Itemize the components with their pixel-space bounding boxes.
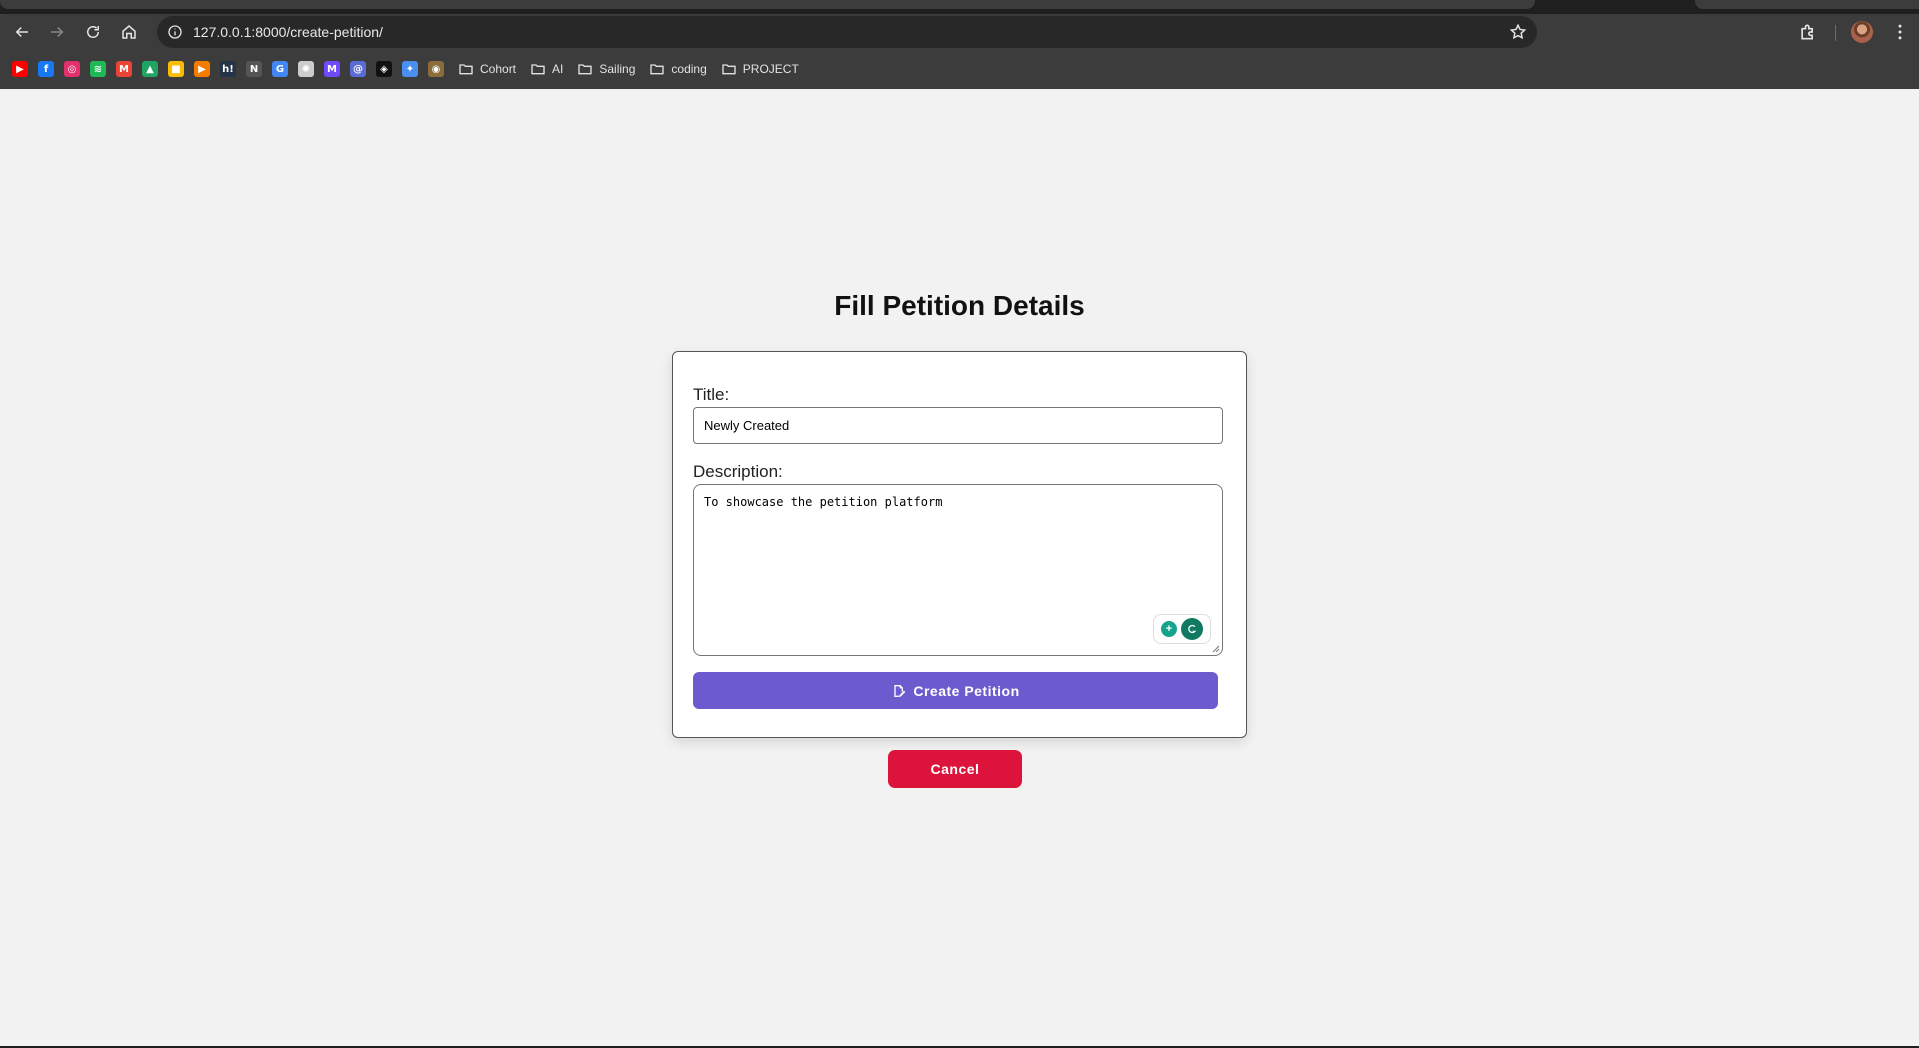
back-icon[interactable]: [8, 18, 36, 46]
bookmark-folder-label: Sailing: [599, 62, 636, 76]
petition-form: Title: Description: To showcase the peti…: [672, 351, 1247, 738]
tab-active[interactable]: [0, 0, 1535, 9]
tab-strip: [0, 0, 1919, 14]
gmail-icon[interactable]: M: [116, 61, 132, 77]
create-petition-label: Create Petition: [913, 682, 1020, 699]
extensions-icon[interactable]: [1798, 22, 1818, 42]
folder-icon: [650, 64, 665, 75]
forward-icon[interactable]: [43, 18, 71, 46]
github-icon[interactable]: ◈: [376, 61, 392, 77]
bookmark-folder-sailing[interactable]: Sailing: [577, 61, 635, 77]
bookmarks-bar: ▶ f ◎ ≋ M ▲ ■ ▶ h! N G ✺ M @ ◈ ✦ ◉ Cohort AI Sailing coding P…: [0, 56, 1919, 82]
play-icon[interactable]: ▶: [194, 61, 210, 77]
description-textarea[interactable]: To showcase the petition platform: [693, 484, 1223, 656]
bookmark-folder-label: Cohort: [480, 62, 517, 76]
resize-grip-icon[interactable]: [1210, 643, 1220, 653]
hackerrank-icon[interactable]: h!: [220, 61, 236, 77]
misc-bookmark-icon[interactable]: ◉: [428, 61, 444, 77]
page-title: Fill Petition Details: [834, 290, 1085, 321]
folder-icon: [531, 64, 545, 75]
youtube-icon[interactable]: ▶: [12, 61, 28, 77]
bookmark-folder-cohort[interactable]: Cohort: [458, 61, 516, 77]
folder-icon: [459, 64, 473, 75]
at-mail-icon[interactable]: @: [350, 61, 366, 77]
bookmark-folder-ai[interactable]: AI: [530, 61, 563, 77]
browser-chrome: 127.0.0.1:8000/create-petition/ ▶ f ◎ ≋ M ▲ ■ ▶…: [0, 0, 1919, 89]
facebook-icon[interactable]: f: [38, 61, 54, 77]
bookmark-folder-label: AI: [552, 62, 564, 76]
url-text[interactable]: 127.0.0.1:8000/create-petition/: [193, 24, 383, 40]
google-icon[interactable]: G: [272, 61, 288, 77]
grammarly-widget[interactable]: +: [1153, 614, 1211, 644]
site-info-icon[interactable]: [167, 24, 183, 40]
bookmark-folder-label: PROJECT: [742, 62, 799, 76]
tab-other[interactable]: [1695, 0, 1919, 9]
toolbar-divider: [1835, 25, 1836, 41]
folder-icon: [578, 64, 593, 75]
title-input[interactable]: [693, 407, 1223, 444]
cancel-button[interactable]: Cancel: [888, 750, 1022, 788]
bookmark-star-icon[interactable]: [1509, 23, 1527, 41]
instagram-icon[interactable]: ◎: [64, 61, 80, 77]
browser-toolbar: 127.0.0.1:8000/create-petition/: [0, 14, 1919, 50]
kebab-menu-icon[interactable]: [1890, 22, 1910, 42]
google-drive-icon[interactable]: ▲: [142, 61, 158, 77]
home-icon[interactable]: [115, 18, 143, 46]
address-bar[interactable]: 127.0.0.1:8000/create-petition/: [157, 16, 1537, 48]
gemini-icon[interactable]: ✦: [402, 61, 418, 77]
lightbulb-icon[interactable]: +: [1161, 621, 1177, 637]
grammarly-icon[interactable]: [1181, 618, 1203, 640]
proton-mail-icon[interactable]: M: [324, 61, 340, 77]
spotify-icon[interactable]: ≋: [90, 61, 106, 77]
notion-icon[interactable]: N: [246, 61, 262, 77]
title-label: Title:: [693, 385, 730, 404]
reload-icon[interactable]: [79, 18, 107, 46]
bookmark-folder-label: coding: [671, 62, 707, 76]
profile-avatar[interactable]: [1851, 21, 1873, 43]
bookmark-folder-project[interactable]: PROJECT: [721, 61, 799, 77]
bookmark-folder-coding[interactable]: coding: [649, 61, 707, 77]
openai-icon[interactable]: ✺: [298, 61, 314, 77]
edit-document-icon: [894, 684, 906, 697]
keep-icon[interactable]: ■: [168, 61, 184, 77]
folder-icon: [722, 64, 736, 75]
create-petition-button[interactable]: Create Petition: [693, 672, 1218, 709]
description-label: Description:: [693, 462, 783, 481]
